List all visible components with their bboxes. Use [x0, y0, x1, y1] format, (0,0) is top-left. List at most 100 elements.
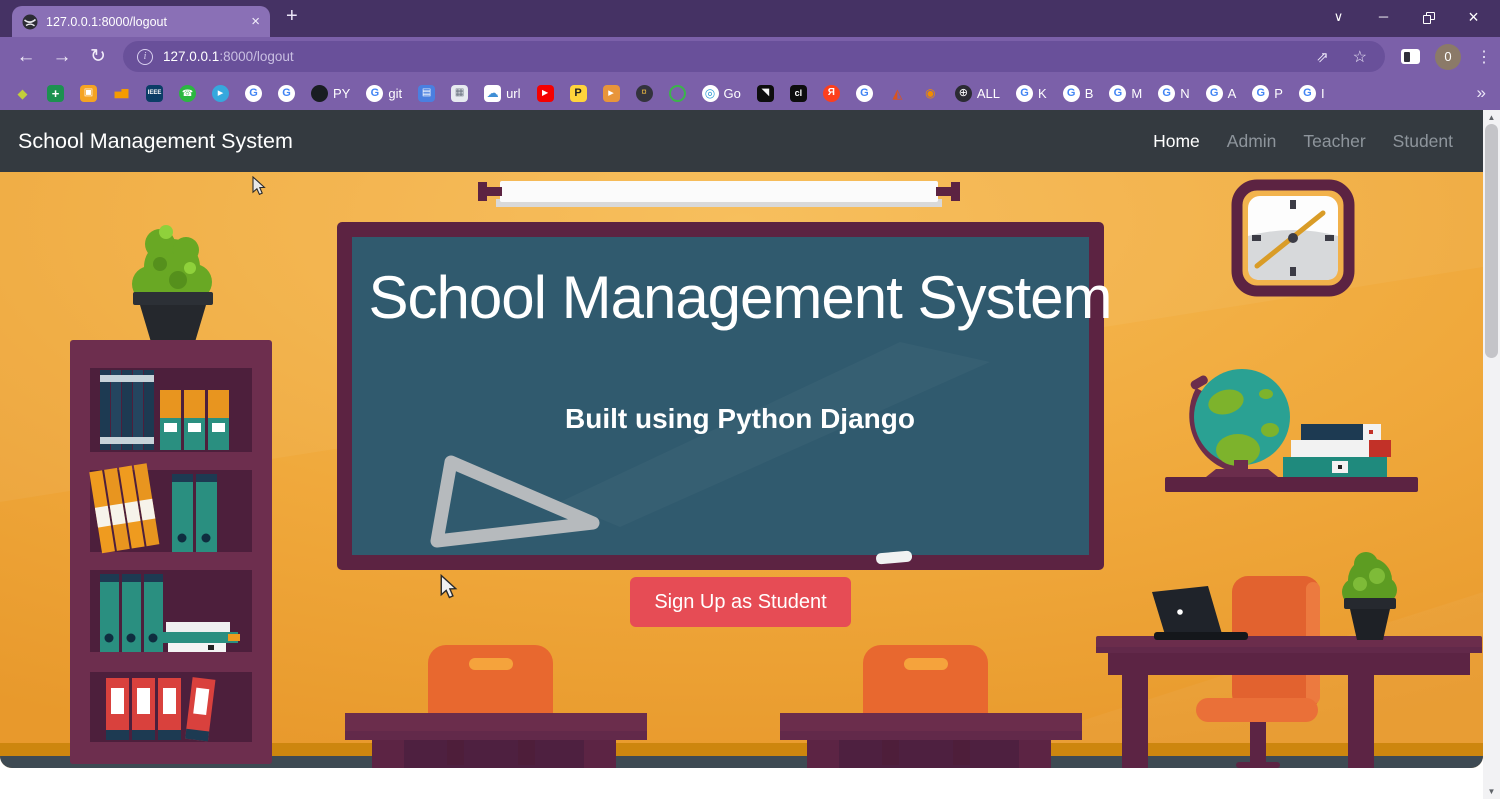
browser-menu-dots-icon[interactable]: ⋮ [1476, 47, 1492, 67]
bookmark-github-py[interactable]: PY [311, 84, 350, 102]
go-swirl-icon: ◎ [701, 84, 719, 102]
scroll-down-icon[interactable]: ▼ [1483, 787, 1500, 796]
bookmark-google-g-1[interactable]: G [245, 84, 262, 102]
close-window-button[interactable]: × [1451, 0, 1496, 34]
google-n-icon: G [1158, 84, 1176, 102]
bookmark-label: git [388, 85, 403, 101]
film-icon: ▤ [418, 84, 436, 102]
bookmark-label: M [1131, 85, 1143, 101]
green-ring-icon [668, 84, 686, 102]
bookmark-eagle[interactable]: ◥ [756, 84, 774, 102]
window-controls: ∨ ─ × [1316, 0, 1496, 34]
signup-student-button[interactable]: Sign Up as Student [630, 577, 851, 627]
cloud-url-icon: ☁ [484, 84, 502, 102]
forward-button[interactable]: → [44, 46, 80, 68]
nav-buttons: ← → ↻ [8, 37, 116, 76]
browser-titlebar: 127.0.0.1:8000/logout × + ∨ ─ × [0, 0, 1500, 37]
bookmark-cart[interactable]: ¤ [635, 84, 653, 102]
bookmark-google-k[interactable]: GK [1016, 84, 1047, 102]
tab-title: 127.0.0.1:8000/logout [46, 14, 167, 29]
bookmark-movie-camera[interactable]: ▸ [602, 84, 620, 102]
address-bar-actions: ⇗ ☆ [1316, 47, 1371, 67]
browser-window: 127.0.0.1:8000/logout × + ∨ ─ × ← → ↻ i … [0, 0, 1500, 799]
bookmark-ieee[interactable]: IEEE [146, 84, 163, 102]
bookmark-google-g-3[interactable]: G [855, 84, 873, 102]
bookmark-film[interactable]: ▤ [418, 84, 436, 102]
reload-button[interactable]: ↻ [80, 45, 116, 68]
bookmark-green-cross[interactable]: + [47, 84, 64, 102]
bookmark-bank[interactable]: ▦ [451, 84, 469, 102]
scroll-up-icon[interactable]: ▲ [1483, 113, 1500, 122]
google-b-icon: G [1062, 84, 1080, 102]
google-m-icon: G [1109, 84, 1127, 102]
globe-all-icon: ⊕ [954, 84, 972, 102]
youtube-icon: ▶ [536, 84, 554, 102]
bookmark-eye[interactable]: ◉ [922, 85, 939, 102]
bookmark-label: N [1180, 85, 1190, 101]
browser-menu-chevron-icon[interactable]: ∨ [1316, 0, 1361, 34]
bookmark-globe-all[interactable]: ⊕ ALL [954, 84, 1001, 102]
bookmark-star-icon[interactable]: ☆ [1353, 47, 1367, 67]
scrollbar-thumb[interactable] [1485, 124, 1498, 358]
url-host: 127.0.0.1 [163, 49, 220, 64]
page-scrollbar[interactable]: ▲ ▼ [1483, 110, 1500, 799]
nav-link-home[interactable]: Home [1153, 131, 1200, 152]
cart-icon: ¤ [635, 84, 653, 102]
signal-bars-icon: ▅▇ [114, 87, 129, 98]
bookmark-label: url [506, 85, 521, 101]
movie-camera-icon: ▸ [602, 84, 620, 102]
telegram-icon: ▸ [212, 84, 229, 102]
shelf-books-4 [106, 677, 216, 742]
bookmark-google-m[interactable]: GM [1109, 84, 1143, 102]
tab-close-icon[interactable]: × [251, 14, 260, 29]
bookmark-google-p[interactable]: GP [1252, 84, 1283, 102]
share-icon[interactable]: ⇗ [1316, 48, 1329, 66]
nav-link-student[interactable]: Student [1393, 131, 1453, 152]
tab-favicon-globe-icon [22, 14, 38, 29]
bookmark-label: Go [723, 85, 741, 101]
bookmark-youtube[interactable]: ▶ [536, 84, 554, 102]
bookmark-whatsapp[interactable]: ☎ [179, 84, 196, 102]
address-bar[interactable]: i 127.0.0.1:8000/logout ⇗ ☆ [123, 41, 1385, 72]
bookmark-signal-bars[interactable]: ▅▇ [113, 85, 130, 102]
url-text[interactable]: 127.0.0.1:8000/logout [163, 49, 294, 64]
toolbar-right-controls: 0 ⋮ [1401, 37, 1492, 76]
back-button[interactable]: ← [8, 46, 44, 68]
bookmark-google-ads[interactable]: ◆ [14, 85, 31, 102]
new-tab-button[interactable]: + [286, 5, 298, 28]
side-panel-icon[interactable] [1401, 49, 1420, 64]
bookmark-label: ALL [976, 85, 1001, 101]
google-a-icon: G [1205, 84, 1223, 102]
bookmark-google-git[interactable]: Ggit [366, 84, 403, 102]
google-g-3-icon: G [855, 84, 873, 102]
bookmark-yandex[interactable]: Я [822, 84, 840, 102]
google-g-2-icon: G [278, 84, 295, 102]
classroom-illustration [0, 172, 1483, 768]
bookmarks-overflow-icon[interactable]: » [1477, 83, 1486, 103]
restore-window-button[interactable] [1406, 0, 1451, 34]
bookmark-orange-box[interactable]: ▣ [80, 84, 97, 102]
site-info-icon[interactable]: i [137, 48, 153, 65]
url-path: :8000/logout [219, 49, 294, 64]
minimize-window-button[interactable]: ─ [1361, 0, 1406, 34]
bookmark-google-i[interactable]: GI [1298, 84, 1325, 102]
bookmark-matlab[interactable]: ◭ [889, 85, 906, 102]
bookmark-google-n[interactable]: GN [1158, 84, 1190, 102]
bookmark-google-g-2[interactable]: G [278, 84, 295, 102]
bookmark-go-swirl[interactable]: ◎ Go [701, 84, 741, 102]
bookmark-python-p[interactable]: P [569, 84, 587, 102]
nav-link-admin[interactable]: Admin [1227, 131, 1277, 152]
google-p-icon: G [1252, 84, 1270, 102]
bookmark-green-ring[interactable] [668, 84, 686, 102]
browser-tab[interactable]: 127.0.0.1:8000/logout × [12, 6, 270, 37]
bookmark-label: B [1084, 85, 1094, 101]
bookmark-google-b[interactable]: GB [1062, 84, 1094, 102]
bookmark-cl[interactable]: cl [789, 84, 807, 102]
site-brand: School Management System [18, 128, 293, 153]
site-navbar: School Management System Home Admin Teache… [0, 110, 1483, 172]
nav-link-teacher[interactable]: Teacher [1303, 131, 1365, 152]
bookmark-google-a[interactable]: GA [1205, 84, 1236, 102]
profile-avatar[interactable]: 0 [1435, 43, 1461, 70]
bookmark-cloud-url[interactable]: ☁ url [484, 84, 521, 102]
bookmark-telegram[interactable]: ▸ [212, 84, 229, 102]
